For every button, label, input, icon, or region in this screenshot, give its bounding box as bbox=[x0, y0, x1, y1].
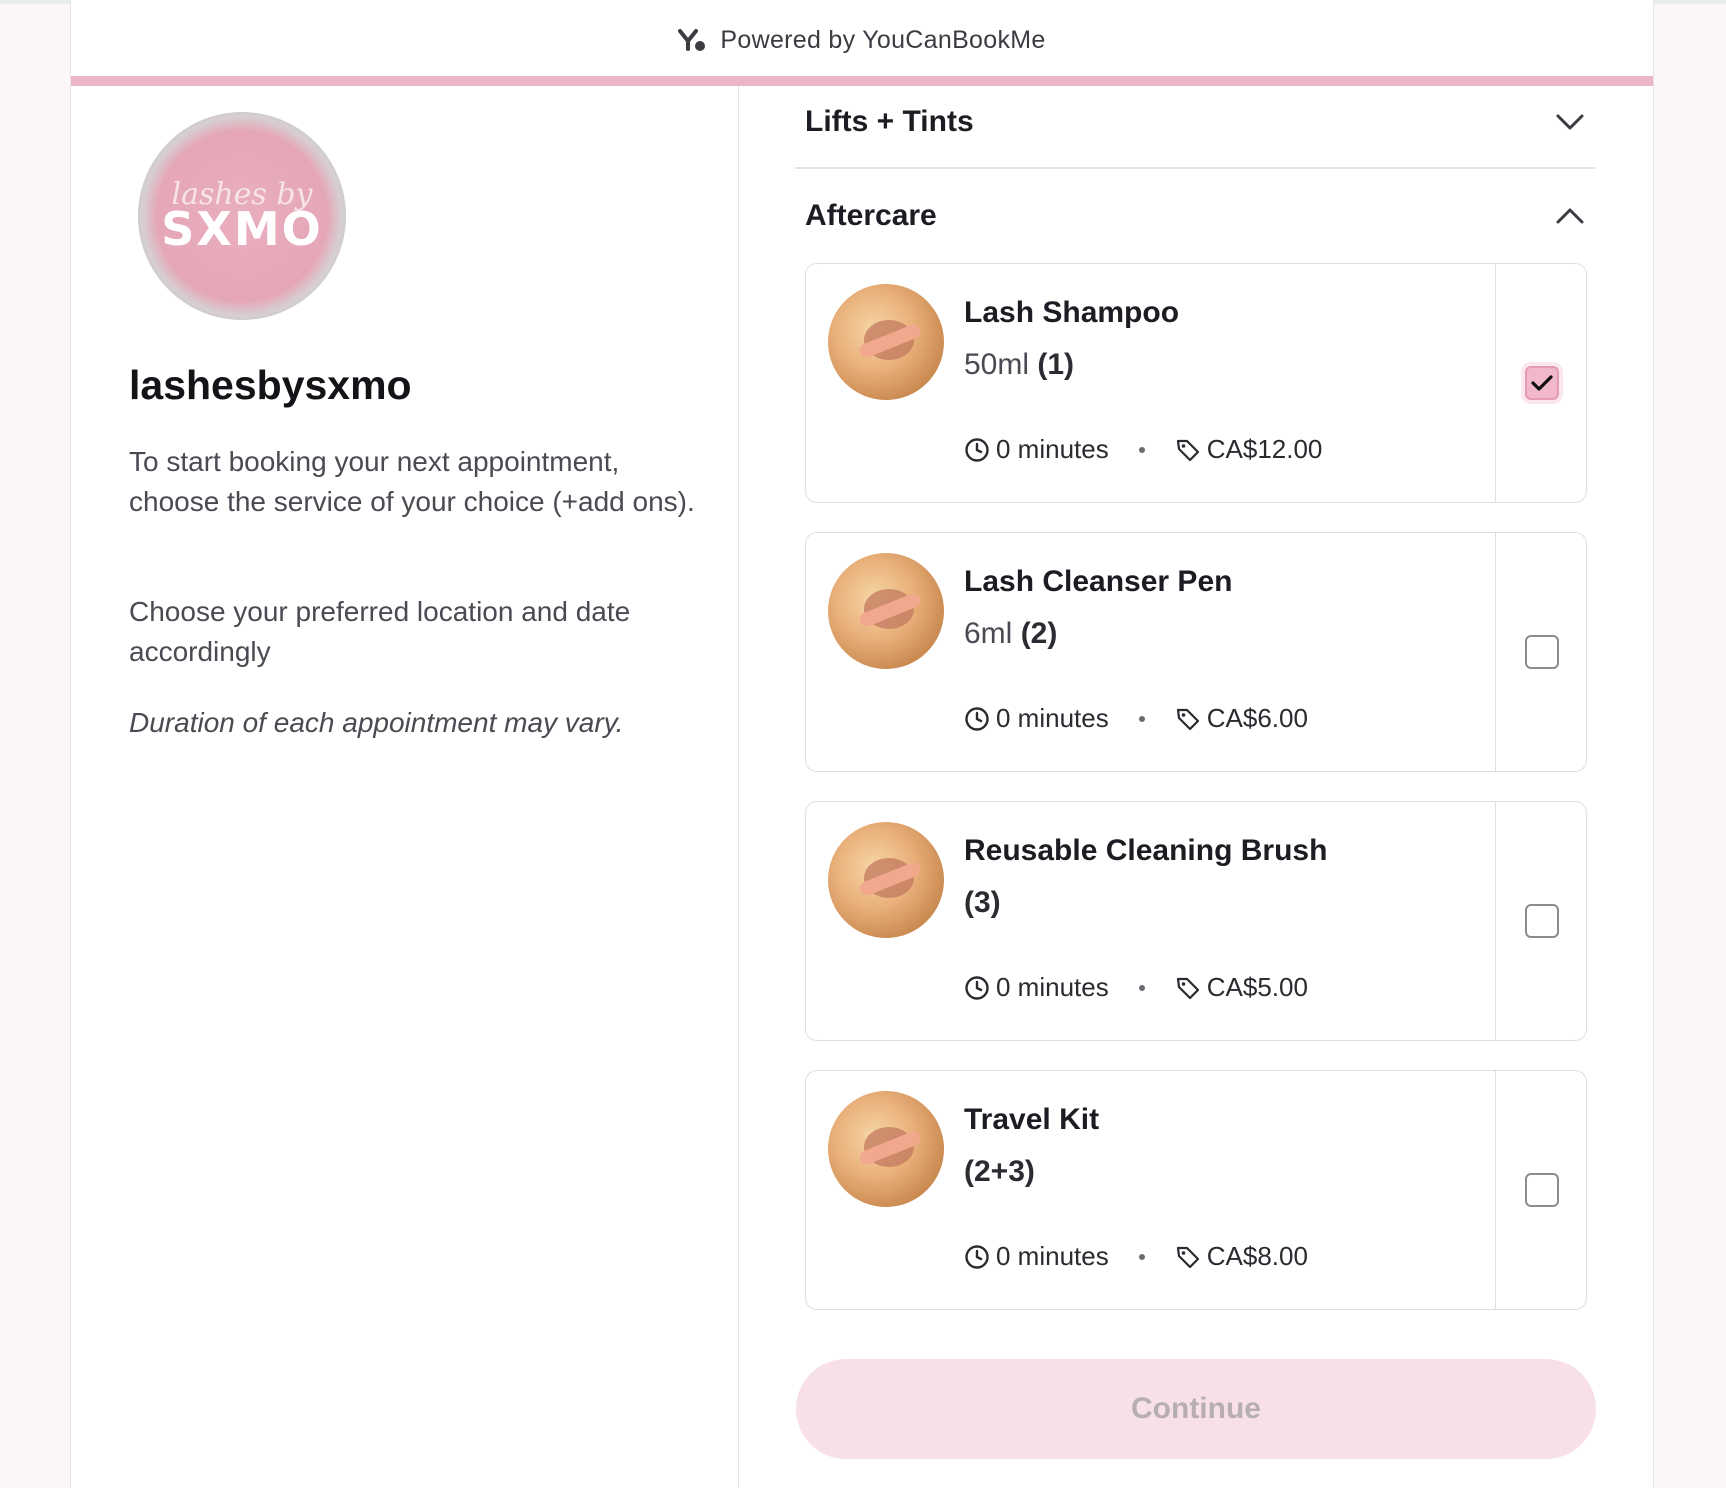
select-checkbox[interactable] bbox=[1525, 1173, 1559, 1207]
item-name: Travel Kit bbox=[964, 1103, 1100, 1136]
item-duration: 0 minutes bbox=[996, 703, 1109, 733]
item-variant: (3) bbox=[964, 886, 1001, 919]
item-card-lash-cleanser-pen[interactable]: Lash Cleanser Pen 6ml (2) 0 minutes CA$6… bbox=[805, 532, 1587, 772]
price-tag-icon bbox=[1176, 977, 1199, 999]
item-image bbox=[828, 822, 944, 938]
brand-name: lashesbysxmo bbox=[129, 362, 412, 408]
price-tag-icon bbox=[1176, 1246, 1199, 1268]
item-variant: 50ml (1) bbox=[964, 348, 1075, 381]
separator-dot bbox=[1138, 715, 1145, 722]
description-location: Choose your preferred location and date … bbox=[129, 596, 631, 667]
item-price: CA$5.00 bbox=[1206, 972, 1308, 1002]
item-card-travel-kit[interactable]: Travel Kit (2+3) 0 minutes CA$8.00 bbox=[805, 1070, 1587, 1310]
item-card-lash-shampoo[interactable]: Lash Shampoo 50ml (1) 0 minutes CA$12.00 bbox=[805, 263, 1587, 503]
brand-logo: lashes by SXMO bbox=[138, 112, 346, 320]
item-name: Lash Cleanser Pen bbox=[964, 565, 1233, 598]
clock-icon bbox=[965, 706, 989, 731]
clock-icon bbox=[965, 975, 989, 1000]
item-name: Lash Shampoo bbox=[964, 296, 1180, 329]
item-meta: 0 minutes CA$6.00 bbox=[964, 703, 1308, 734]
item-duration: 0 minutes bbox=[996, 1241, 1109, 1271]
item-variant: 6ml (2) bbox=[964, 617, 1058, 650]
item-variant: (2+3) bbox=[964, 1155, 1035, 1188]
select-checkbox[interactable] bbox=[1525, 904, 1559, 938]
price-tag-icon bbox=[1176, 708, 1199, 730]
continue-button[interactable]: Continue bbox=[796, 1359, 1596, 1459]
item-price: CA$6.00 bbox=[1206, 703, 1308, 733]
description-intro: To start booking your next appointment, … bbox=[129, 446, 695, 517]
price-tag-icon bbox=[1176, 439, 1199, 461]
logo-word: SXMO bbox=[161, 201, 323, 256]
description-duration-note: Duration of each appointment may vary. bbox=[129, 707, 624, 738]
section-lifts-tints[interactable]: Lifts + Tints bbox=[795, 77, 1595, 167]
select-column bbox=[1495, 1071, 1586, 1309]
panel-divider bbox=[738, 86, 739, 1488]
item-meta: 0 minutes CA$8.00 bbox=[964, 1241, 1308, 1272]
powered-by-banner[interactable]: Powered by YouCanBookMe bbox=[71, 4, 1653, 76]
powered-by-label: Powered by YouCanBookMe bbox=[720, 25, 1046, 54]
item-meta: 0 minutes CA$12.00 bbox=[964, 434, 1322, 465]
clock-icon bbox=[965, 437, 989, 462]
item-name: Reusable Cleaning Brush bbox=[964, 834, 1328, 867]
chevron-down-icon bbox=[1556, 114, 1584, 130]
select-checkbox[interactable] bbox=[1525, 366, 1559, 400]
item-price: CA$12.00 bbox=[1206, 434, 1323, 464]
separator-dot bbox=[1138, 984, 1145, 991]
item-duration: 0 minutes bbox=[996, 434, 1109, 464]
select-column bbox=[1495, 533, 1586, 771]
section-title: Lifts + Tints bbox=[805, 105, 974, 138]
item-price: CA$8.00 bbox=[1206, 1241, 1308, 1271]
item-image bbox=[828, 1091, 944, 1207]
separator-dot bbox=[1138, 1253, 1145, 1260]
section-divider bbox=[795, 167, 1595, 169]
select-column bbox=[1495, 264, 1586, 502]
item-meta: 0 minutes CA$5.00 bbox=[964, 972, 1308, 1003]
item-image bbox=[828, 553, 944, 669]
chevron-up-icon bbox=[1556, 208, 1584, 224]
item-card-reusable-cleaning-brush[interactable]: Reusable Cleaning Brush (3) 0 minutes CA… bbox=[805, 801, 1587, 1041]
item-image bbox=[828, 284, 944, 400]
section-aftercare[interactable]: Aftercare bbox=[795, 171, 1595, 261]
youcanbookme-icon bbox=[678, 29, 706, 51]
section-title: Aftercare bbox=[805, 199, 937, 232]
select-column bbox=[1495, 802, 1586, 1040]
clock-icon bbox=[965, 1244, 989, 1269]
separator-dot bbox=[1138, 446, 1145, 453]
select-checkbox[interactable] bbox=[1525, 635, 1559, 669]
checkmark-icon bbox=[1531, 375, 1553, 391]
item-duration: 0 minutes bbox=[996, 972, 1109, 1002]
